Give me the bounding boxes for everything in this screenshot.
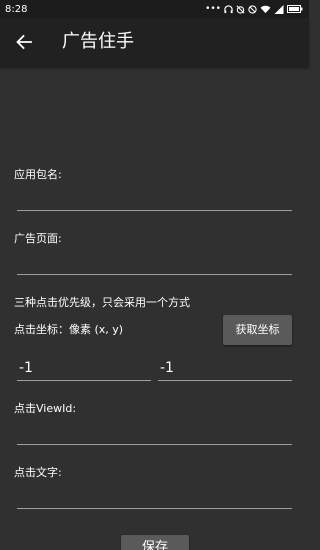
status-bar: 8:28 •••	[0, 0, 309, 18]
package-name-label: 应用包名:	[14, 168, 62, 181]
viewid-input[interactable]	[17, 421, 292, 445]
alarm-icon	[236, 5, 245, 14]
y-coordinate-input[interactable]: -1	[158, 357, 292, 381]
page-title: 广告住手	[62, 31, 134, 52]
click-text-label: 点击文字:	[14, 466, 62, 479]
status-time: 8:28	[5, 3, 28, 15]
headset-icon	[224, 4, 233, 13]
ad-page-input[interactable]	[17, 251, 292, 275]
x-coordinate-input[interactable]: -1	[17, 357, 151, 381]
package-name-input[interactable]	[17, 187, 292, 211]
wifi-icon	[260, 5, 271, 13]
status-icons: •••	[205, 4, 303, 14]
priority-note: 三种点击优先级，只会采用一个方式	[14, 296, 190, 309]
get-coordinate-button[interactable]: 获取坐标	[223, 315, 292, 345]
viewid-label: 点击ViewId:	[14, 402, 77, 415]
back-button[interactable]	[12, 30, 36, 54]
signal-icon	[274, 4, 284, 14]
ad-page-label: 广告页面:	[14, 232, 62, 245]
battery-icon	[287, 5, 303, 13]
app-toolbar: 广告住手	[0, 18, 309, 66]
silent-icon	[248, 4, 257, 14]
notification-dots: •••	[205, 4, 221, 14]
coordinate-label: 点击坐标：像素 (x, y)	[14, 323, 124, 336]
click-text-input[interactable]	[17, 485, 292, 509]
save-button[interactable]: 保存	[121, 535, 189, 550]
arrow-back-icon	[16, 34, 32, 50]
